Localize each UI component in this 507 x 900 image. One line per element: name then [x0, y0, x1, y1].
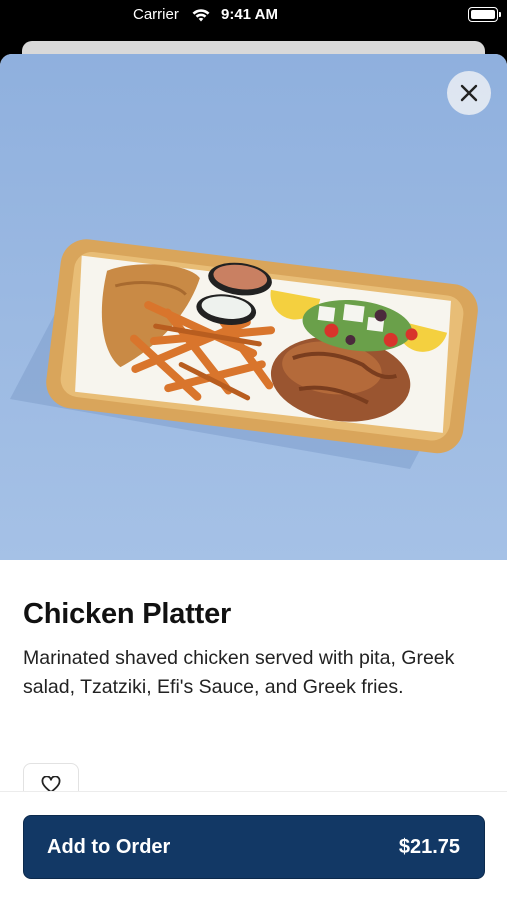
item-description: Marinated shaved chicken served with pit…	[23, 647, 455, 698]
status-bar: Carrier 9:41 AM	[0, 0, 507, 32]
clock: 9:41 AM	[221, 6, 278, 23]
close-button[interactable]	[447, 71, 491, 115]
carrier-label: Carrier	[133, 6, 179, 23]
bottom-action-bar: Add to Order $21.75	[0, 791, 507, 900]
add-to-order-button[interactable]: Add to Order $21.75	[23, 815, 485, 879]
item-title: Chicken Platter	[23, 598, 232, 630]
close-icon	[460, 84, 478, 102]
item-photo	[0, 54, 507, 560]
platter-illustration	[10, 239, 478, 469]
item-detail-sheet: Chicken Platter Marinated shaved chicken…	[0, 54, 507, 900]
add-to-order-label: Add to Order	[47, 836, 171, 858]
wifi-icon	[192, 9, 210, 22]
battery-icon	[468, 7, 501, 22]
order-price: $21.75	[398, 836, 460, 858]
